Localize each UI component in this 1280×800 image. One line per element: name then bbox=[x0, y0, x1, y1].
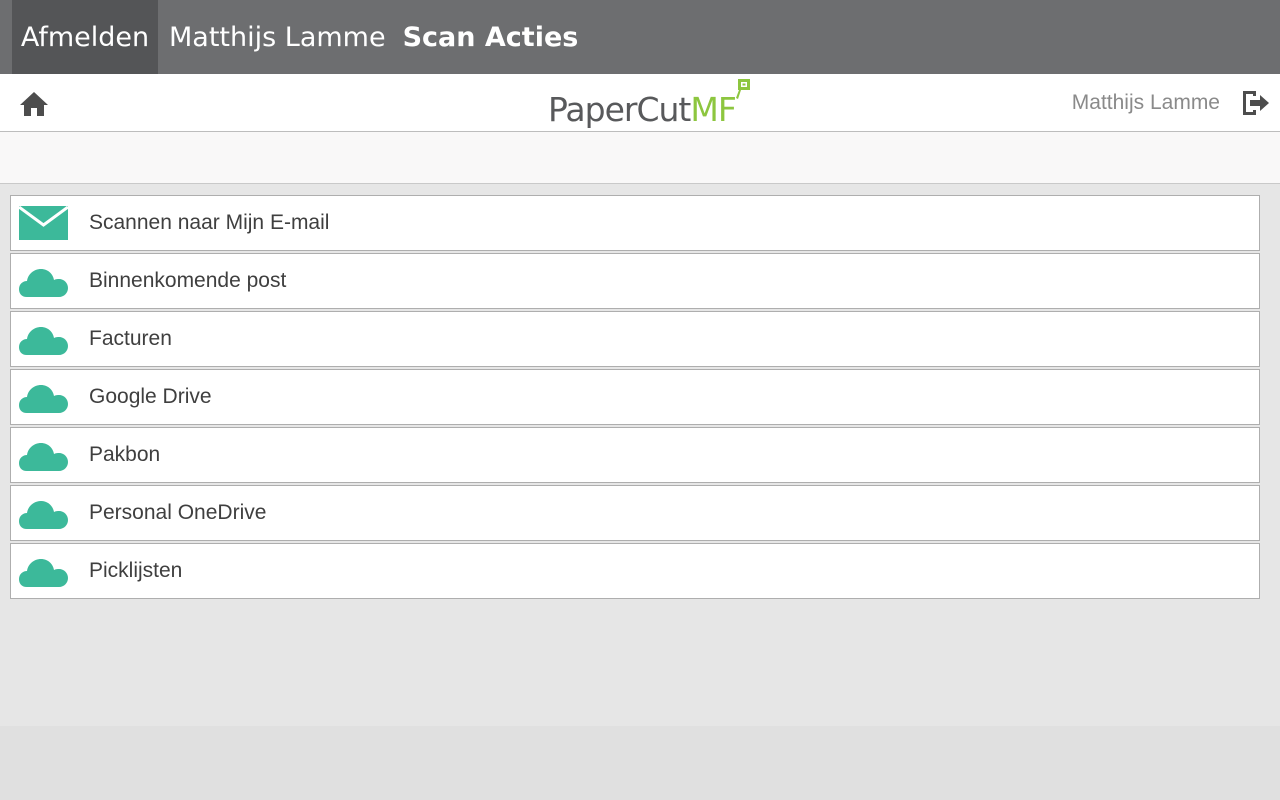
list-item[interactable]: Picklijsten bbox=[10, 543, 1260, 599]
logo-text: PaperCutMF bbox=[548, 90, 737, 129]
logout-icon bbox=[1243, 91, 1269, 115]
list-item-label: Scannen naar Mijn E-mail bbox=[89, 211, 330, 234]
home-button[interactable] bbox=[18, 89, 50, 119]
list-item[interactable]: Facturen bbox=[10, 311, 1260, 367]
toolbar bbox=[0, 132, 1280, 184]
header-user-name: Matthijs Lamme bbox=[1071, 91, 1220, 114]
list-item-label: Facturen bbox=[89, 327, 172, 350]
home-icon bbox=[20, 92, 48, 116]
list-item[interactable]: Personal OneDrive bbox=[10, 485, 1260, 541]
list-item[interactable]: Scannen naar Mijn E-mail bbox=[10, 195, 1260, 251]
topbar-user-name: Matthijs Lamme bbox=[169, 21, 386, 53]
list-item[interactable]: Pakbon bbox=[10, 427, 1260, 483]
cloud-icon bbox=[19, 500, 68, 529]
list-item-label: Pakbon bbox=[89, 443, 161, 466]
scan-action-list: Scannen naar Mijn E-mail Binnenkomende p… bbox=[10, 195, 1260, 601]
list-item-label: Binnenkomende post bbox=[89, 269, 287, 292]
logo-suffix: MF bbox=[690, 90, 736, 129]
cloud-icon bbox=[19, 558, 68, 587]
page-title: Scan Acties bbox=[402, 21, 579, 53]
logout-button[interactable]: Afmelden bbox=[12, 0, 158, 74]
list-item-label: Picklijsten bbox=[89, 559, 183, 582]
header-logout-button[interactable] bbox=[1240, 88, 1272, 118]
top-bar: Afmelden Matthijs Lamme Scan Acties bbox=[0, 0, 1280, 74]
cloud-icon bbox=[19, 268, 68, 297]
header: PaperCutMF Matthijs Lamme bbox=[0, 74, 1280, 132]
logo-name: PaperCut bbox=[548, 90, 691, 129]
cloud-icon bbox=[19, 384, 68, 413]
logo-mark-icon bbox=[736, 79, 750, 99]
cloud-icon bbox=[19, 326, 68, 355]
content-area: Scannen naar Mijn E-mail Binnenkomende p… bbox=[0, 184, 1280, 726]
list-item-label: Google Drive bbox=[89, 385, 212, 408]
papercut-logo: PaperCutMF bbox=[546, 78, 756, 130]
cloud-icon bbox=[19, 442, 68, 471]
list-item[interactable]: Binnenkomende post bbox=[10, 253, 1260, 309]
list-item[interactable]: Google Drive bbox=[10, 369, 1260, 425]
list-item-label: Personal OneDrive bbox=[89, 501, 267, 524]
envelope-icon bbox=[19, 206, 68, 240]
